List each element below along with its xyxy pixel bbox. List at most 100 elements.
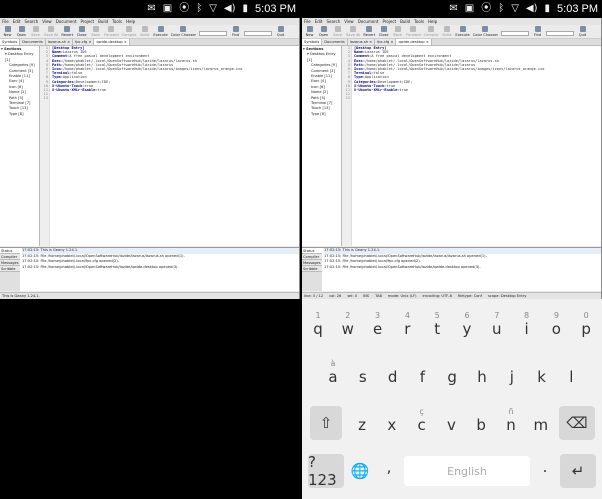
key-j[interactable]: j	[498, 359, 526, 395]
key-h[interactable]: h	[468, 359, 496, 395]
search-input[interactable]	[199, 31, 228, 36]
save-button[interactable]: Save	[30, 26, 41, 37]
key-g[interactable]: g	[438, 359, 466, 395]
menu-help[interactable]: Help	[126, 19, 135, 24]
goto-input[interactable]	[546, 31, 575, 36]
tab-documents[interactable]: Documents	[20, 39, 46, 45]
menu-file[interactable]: File	[2, 19, 9, 24]
close-button[interactable]: Close	[378, 26, 389, 37]
tab-symbols[interactable]: Symbols	[302, 39, 323, 45]
doc-tab[interactable]: lazarus.sh ×	[347, 39, 376, 45]
menu-build[interactable]: Build	[98, 19, 108, 24]
new-button[interactable]: New	[304, 26, 315, 37]
key-d[interactable]: d	[379, 359, 407, 395]
language-globe-icon[interactable]: 🌐	[346, 454, 374, 488]
key-q[interactable]: 1q	[304, 311, 332, 347]
key-o[interactable]: 9o	[542, 311, 570, 347]
find-button[interactable]: Find	[230, 26, 241, 37]
key-v[interactable]: v	[437, 407, 465, 443]
key-u[interactable]: 7u	[483, 311, 511, 347]
search-input[interactable]	[501, 31, 530, 36]
save-all-button[interactable]: Save All	[346, 26, 360, 37]
menu-document[interactable]: Document	[56, 19, 77, 24]
revert-button[interactable]: Revert	[61, 26, 73, 37]
key-y[interactable]: 6y	[453, 311, 481, 347]
key-e[interactable]: 3e	[364, 311, 392, 347]
execute-button[interactable]: Execute	[455, 26, 470, 37]
enter-key[interactable]: ↵	[560, 454, 596, 488]
color-chooser-button[interactable]: Color Chooser	[171, 26, 196, 37]
message-row[interactable]: 17:02:15: File /home/phablet/.local/Open…	[324, 265, 601, 271]
menu-document[interactable]: Document	[358, 19, 379, 24]
doc-tab[interactable]: lazarus.sh ×	[45, 39, 74, 45]
shift-key[interactable]: ⇧	[310, 406, 342, 440]
code-editor[interactable]: 1 2 3 4 5 6 7 8 9 10 11 12 13 [Desktop Entry] Name=La…	[40, 46, 299, 246]
menu-help[interactable]: Help	[428, 19, 437, 24]
forward-button[interactable]: Forward	[406, 26, 421, 37]
key-a[interactable]: àa	[319, 359, 347, 395]
space-bar[interactable]: English	[404, 456, 530, 486]
doc-tab[interactable]: qwide.desktop ×	[396, 39, 432, 45]
menu-project[interactable]: Project	[382, 19, 396, 24]
key-w[interactable]: 2w	[334, 311, 362, 347]
key-r[interactable]: 4r	[393, 311, 421, 347]
key-m[interactable]: m	[527, 407, 555, 443]
menu-search[interactable]: Search	[326, 19, 340, 24]
msg-tab-scribble[interactable]: Scribble	[302, 266, 322, 272]
menu-tools[interactable]: Tools	[414, 19, 424, 24]
forward-button[interactable]: Forward	[104, 26, 119, 37]
quit-button[interactable]: Quit	[577, 26, 588, 37]
doc-tab[interactable]: qwide.desktop ×	[94, 39, 130, 45]
key-x[interactable]: x	[378, 407, 406, 443]
menu-view[interactable]: View	[42, 19, 52, 24]
key-f[interactable]: f	[408, 359, 436, 395]
tree-section[interactable]: ▾ Desktop Entry [1]	[1, 52, 38, 63]
key-i[interactable]: 8i	[513, 311, 541, 347]
open-button[interactable]: Open	[16, 26, 27, 37]
tab-symbols[interactable]: Symbols	[0, 39, 21, 45]
code-line[interactable]	[354, 96, 544, 100]
code-text[interactable]: [Desktop Entry] Name=Lazarus IDE Comment=A…	[352, 46, 544, 246]
doc-tab[interactable]: fpc.cfg ×	[73, 39, 95, 45]
save-button[interactable]: Save	[332, 26, 343, 37]
quit-button[interactable]: Quit	[275, 26, 286, 37]
numbers-key[interactable]: ?123	[308, 453, 344, 489]
period-key[interactable]: .	[532, 449, 558, 485]
menu-file[interactable]: File	[304, 19, 311, 24]
find-button[interactable]: Find	[532, 26, 543, 37]
tree-item[interactable]: Type [8]	[303, 112, 340, 117]
menu-edit[interactable]: Edit	[315, 19, 323, 24]
doc-tab[interactable]: fpc.cfg ×	[375, 39, 397, 45]
revert-button[interactable]: Revert	[363, 26, 375, 37]
key-t[interactable]: 5t	[423, 311, 451, 347]
menu-view[interactable]: View	[344, 19, 354, 24]
key-b[interactable]: b	[467, 407, 495, 443]
key-c[interactable]: çc	[408, 407, 436, 443]
key-s[interactable]: s	[349, 359, 377, 395]
build-button[interactable]: Build	[139, 26, 150, 37]
execute-button[interactable]: Execute	[153, 26, 168, 37]
new-button[interactable]: New	[2, 26, 13, 37]
back-button[interactable]: Back	[90, 26, 101, 37]
color-chooser-button[interactable]: Color Chooser	[473, 26, 498, 37]
back-button[interactable]: Back	[392, 26, 403, 37]
goto-input[interactable]	[244, 31, 273, 36]
menu-tools[interactable]: Tools	[112, 19, 122, 24]
message-list[interactable]: 17:02:15: This is Geany 1.24.1. 17:02:15:…	[20, 248, 299, 291]
tree-section[interactable]: ▾ Desktop Entry [1]	[303, 52, 340, 63]
key-z[interactable]: z	[348, 407, 376, 443]
msg-tab-scribble[interactable]: Scribble	[0, 266, 20, 272]
compile-button[interactable]: Compile	[122, 26, 136, 37]
build-button[interactable]: Build	[441, 26, 452, 37]
comma-key[interactable]: ,	[376, 449, 402, 485]
tree-item[interactable]: Type [8]	[1, 112, 38, 117]
message-row[interactable]: 17:02:15: File /home/phablet/.local/Open…	[22, 265, 299, 271]
key-k[interactable]: k	[528, 359, 556, 395]
compile-button[interactable]: Compile	[424, 26, 438, 37]
key-n[interactable]: ñn	[497, 407, 525, 443]
backspace-key[interactable]: ⌫	[559, 406, 595, 440]
code-line[interactable]	[52, 96, 242, 100]
menu-edit[interactable]: Edit	[13, 19, 21, 24]
menu-build[interactable]: Build	[400, 19, 410, 24]
code-text[interactable]: [Desktop Entry] Name=Lazarus IDE Comment=A…	[50, 46, 242, 246]
